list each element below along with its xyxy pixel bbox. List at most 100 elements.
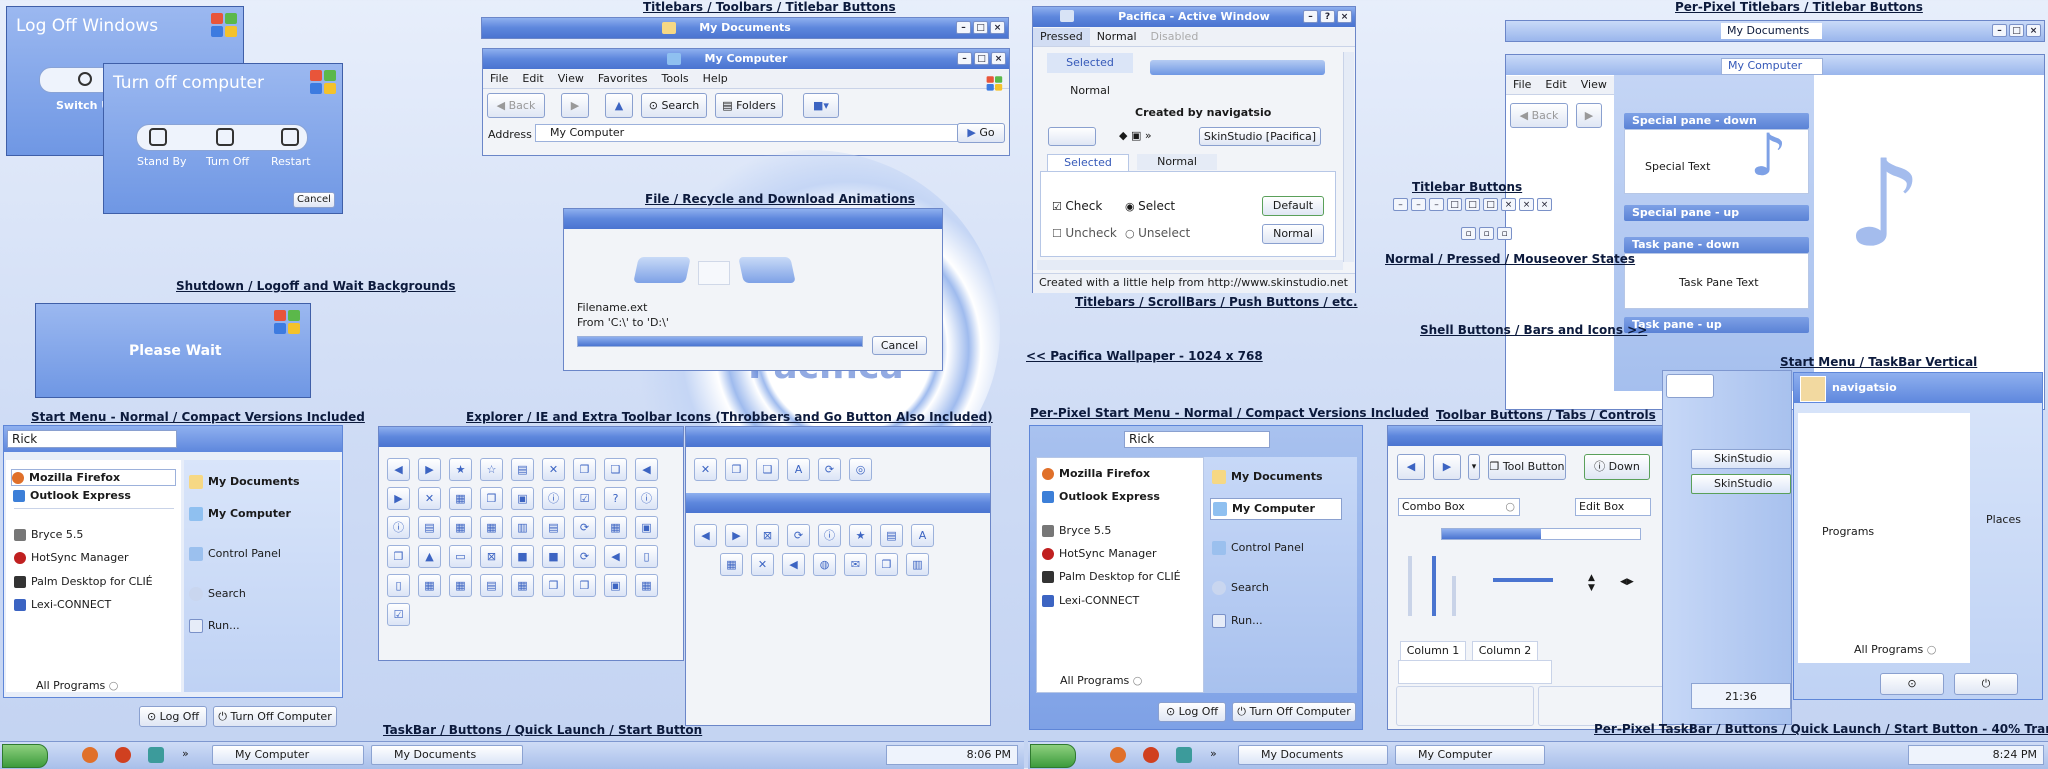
refresh-icon[interactable]: ⟳ (573, 516, 596, 539)
start-logoff-button[interactable]: ⊙ Log Off (139, 706, 207, 727)
pp-start-logoff-button[interactable]: ⊙ Log Off (1158, 702, 1226, 722)
mail-icon[interactable]: ✉ (844, 553, 867, 576)
duplicate-alt-icon[interactable]: ❐ (573, 574, 596, 597)
restore-hover-button[interactable]: ▫ (1497, 227, 1512, 240)
menu-edit[interactable]: Edit (515, 70, 550, 88)
volume-icon[interactable]: ◀ (604, 545, 627, 568)
menu-file[interactable]: File (483, 70, 515, 88)
max-normal-button[interactable]: □ (1447, 198, 1462, 211)
square-icon[interactable]: ■ (511, 545, 534, 568)
ctrl-forward-button[interactable]: ▶ (1433, 454, 1461, 480)
uncheck-box[interactable]: ☐ Uncheck (1052, 226, 1117, 240)
taskbar-item-mydocs[interactable]: My Documents (371, 745, 523, 765)
start-item-palm[interactable]: Palm Desktop for CLIÉ (14, 575, 153, 588)
save-icon[interactable]: ▣ (511, 487, 534, 510)
ctrl-back-button[interactable]: ◀ (1397, 454, 1425, 480)
copy-2-icon[interactable]: ❐ (387, 545, 410, 568)
close-pressed-button[interactable]: × (1519, 198, 1534, 211)
pp-start-all-programs[interactable]: All Programs ○ (1060, 674, 1142, 687)
copy-alt-icon[interactable]: ❐ (480, 487, 503, 510)
globe-icon[interactable]: ◎ (849, 458, 872, 481)
quicklaunch-overflow-icon[interactable]: » (182, 747, 189, 760)
start-item-run[interactable]: Run... (189, 619, 240, 633)
paste-icon[interactable]: ❑ (756, 458, 779, 481)
start-item-firefox[interactable]: Mozilla Firefox (11, 469, 176, 486)
stop-icon[interactable]: ✕ (694, 458, 717, 481)
window-icon[interactable]: ▣ (635, 516, 658, 539)
restore-pressed-button[interactable]: ▫ (1479, 227, 1494, 240)
restart-button[interactable] (281, 128, 299, 146)
vertical-all-programs[interactable]: All Programs ○ (1854, 643, 1936, 656)
menu-view[interactable]: View (1574, 76, 1614, 94)
menu-view[interactable]: View (551, 70, 591, 88)
phone-alt-icon[interactable]: ▯ (387, 574, 410, 597)
quicklaunch-firefox-icon[interactable] (1110, 747, 1126, 763)
up-icon[interactable]: ▲ (418, 545, 441, 568)
minimize-button[interactable]: – (1303, 10, 1318, 23)
task-pane-down-header[interactable]: Task pane - down (1624, 237, 1809, 253)
back-icon[interactable]: ◀ (387, 458, 410, 481)
min-hover-button[interactable]: – (1429, 198, 1444, 211)
menu-file[interactable]: File (1506, 76, 1538, 94)
start-item-search[interactable]: Search (189, 587, 246, 601)
down-button[interactable]: ⓘ Down (1584, 454, 1650, 480)
refresh-icon[interactable]: ⟳ (787, 524, 810, 547)
quicklaunch-overflow-icon[interactable]: » (1210, 747, 1217, 760)
standby-button[interactable] (149, 128, 167, 146)
unselect-radio[interactable]: ○ Unselect (1125, 226, 1190, 240)
close-icon[interactable]: ✕ (751, 553, 774, 576)
pp-start-item-lexi[interactable]: Lexi-CONNECT (1042, 594, 1139, 607)
list-icon[interactable]: ▥ (511, 516, 534, 539)
horizontal-scrollbar[interactable] (1037, 260, 1343, 270)
media-icon[interactable]: ▣ (604, 574, 627, 597)
checkbox-icon[interactable]: ☑ (387, 603, 410, 626)
print-icon[interactable]: ▤ (511, 458, 534, 481)
close-button[interactable]: × (2026, 24, 2041, 37)
media-icon[interactable]: ◍ (813, 553, 836, 576)
duplicate-icon[interactable]: ❐ (542, 574, 565, 597)
pp-forward-button[interactable]: ▶ (1576, 103, 1602, 128)
start-item-bryce[interactable]: Bryce 5.5 (14, 528, 83, 541)
selector-bar[interactable] (1150, 60, 1325, 75)
min-normal-button[interactable]: – (1393, 198, 1408, 211)
vertical-scrollbar[interactable] (1343, 52, 1354, 262)
menu-help[interactable]: Help (696, 70, 735, 88)
blank-button[interactable] (1048, 127, 1096, 146)
check-icon[interactable]: ☑ (573, 487, 596, 510)
info-icon[interactable]: ⓘ (542, 487, 565, 510)
menu-edit[interactable]: Edit (1538, 76, 1573, 94)
maximize-button[interactable]: □ (973, 21, 988, 34)
page-icon[interactable]: ▦ (449, 487, 472, 510)
vertical-slider-1[interactable] (1408, 556, 1412, 616)
menu-tools[interactable]: Tools (655, 70, 696, 88)
start-item-controlpanel[interactable]: Control Panel (189, 547, 281, 561)
pp-start-item-run[interactable]: Run... (1212, 614, 1263, 628)
back-button[interactable]: ◀ Back (487, 93, 545, 118)
tool-button[interactable]: ❐ Tool Button (1488, 454, 1566, 480)
select-radio[interactable]: ◉ Select (1125, 199, 1175, 213)
go-button[interactable]: ▶ Go (957, 123, 1005, 143)
spinner-control[interactable]: ▲ ▼ (1588, 573, 1595, 593)
picture-icon[interactable]: ▦ (418, 574, 441, 597)
quicklaunch-browser-icon[interactable] (115, 747, 131, 763)
refresh-alt-icon[interactable]: ⟳ (573, 545, 596, 568)
help-icon[interactable]: ? (604, 487, 627, 510)
favorites-outline-icon[interactable]: ☆ (480, 458, 503, 481)
start-button[interactable] (2, 744, 48, 768)
maximize-button[interactable]: □ (974, 52, 989, 65)
combo-box[interactable]: Combo Box ○ (1398, 498, 1520, 516)
favorites-icon[interactable]: ★ (449, 458, 472, 481)
close-button[interactable]: × (990, 21, 1005, 34)
pp-taskbar-item-mycomputer[interactable]: My Computer (1395, 745, 1545, 765)
throbber-icon[interactable]: ⟳ (818, 458, 841, 481)
close-button[interactable]: × (991, 52, 1006, 65)
menu-pressed[interactable]: Pressed (1033, 28, 1090, 46)
quicklaunch-browser-icon[interactable] (1143, 747, 1159, 763)
min-pressed-button[interactable]: – (1411, 198, 1426, 211)
square-alt-icon[interactable]: ■ (542, 545, 565, 568)
search-button[interactable]: ⊙ Search (641, 93, 707, 118)
close-normal-button[interactable]: × (1501, 198, 1516, 211)
close-icon[interactable]: ✕ (418, 487, 441, 510)
pp-start-item-search[interactable]: Search (1212, 581, 1269, 595)
minimize-button[interactable]: – (956, 21, 971, 34)
